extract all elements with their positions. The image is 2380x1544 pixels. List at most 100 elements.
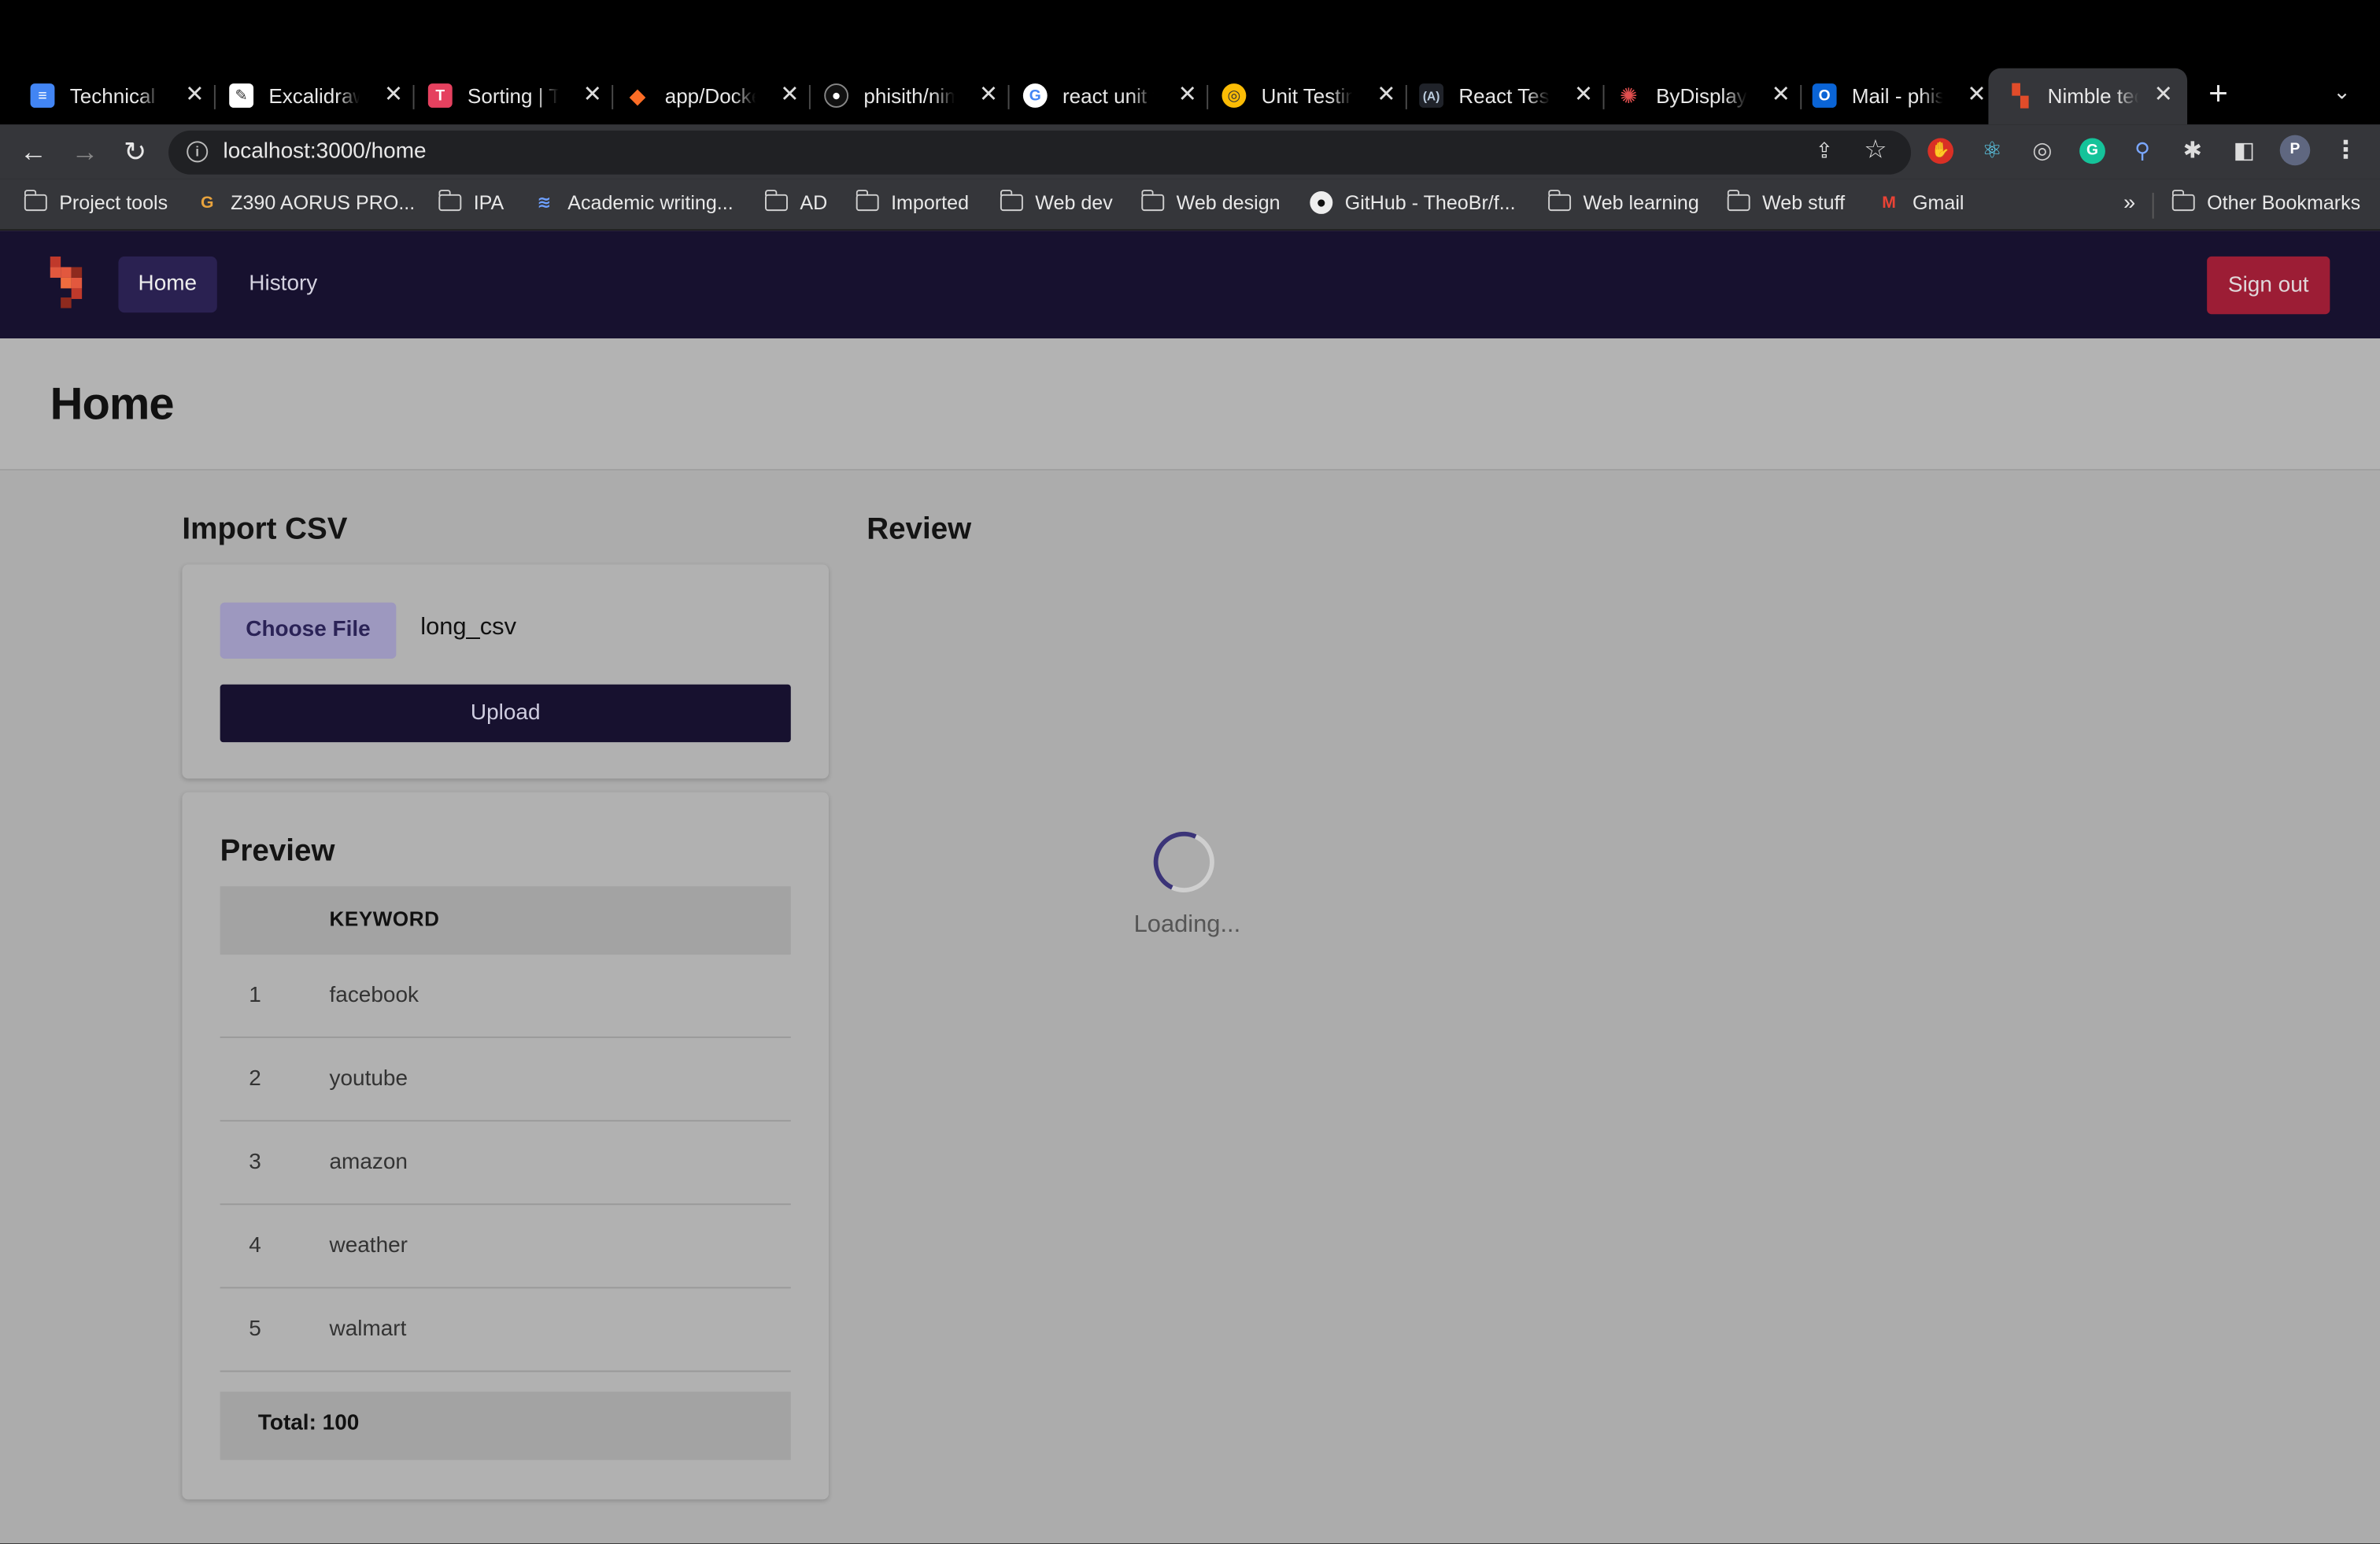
academic-icon: ≋ — [537, 194, 552, 212]
bookmark-item[interactable]: Project tools — [24, 190, 168, 214]
tab-gitlab[interactable]: ◆ app/Docke ✕ — [626, 73, 811, 119]
forward-icon[interactable]: → — [68, 135, 102, 168]
github-icon: ● — [824, 83, 849, 108]
row-index: 2 — [249, 1066, 261, 1092]
bookmark-item[interactable]: Web design — [1140, 190, 1281, 214]
bookmark-label: Gmail — [1912, 190, 1964, 214]
row-keyword: facebook — [329, 983, 419, 1008]
target-icon[interactable]: ◎ — [2029, 138, 2055, 164]
nimble-icon: ▚ — [2012, 83, 2029, 108]
new-tab-icon[interactable]: + — [2208, 76, 2228, 110]
bookmark-label: Web dev — [1035, 190, 1113, 214]
bookmark-label: AD — [800, 190, 828, 214]
bookmark-item[interactable]: Web stuff — [1726, 190, 1845, 214]
bookmark-item[interactable]: ≋ Academic writing... — [533, 191, 734, 214]
tab-nimble-active[interactable]: ▚ Nimble tec ✕ — [1988, 68, 2188, 125]
magnifier-extension-icon[interactable]: ⚲ — [2130, 138, 2156, 164]
bookmark-label: Other Bookmarks — [2207, 190, 2361, 214]
close-icon[interactable]: ✕ — [1377, 82, 1395, 109]
app-viewport: Home History Sign out Home Import CSV Ch… — [0, 231, 2380, 1544]
import-card: Choose File long_csv Upload — [182, 564, 829, 779]
bookmark-item[interactable]: ● GitHub - TheoBr/f... — [1310, 190, 1516, 214]
tab-unit-testing[interactable]: ◎ Unit Testin ✕ — [1221, 73, 1407, 119]
grammarly-icon[interactable]: G — [2079, 138, 2105, 164]
table-row: 3 amazon — [220, 1121, 791, 1206]
table-header: KEYWORD — [220, 886, 791, 955]
row-keyword: amazon — [329, 1150, 408, 1175]
tab-title: Excalidraw — [268, 84, 360, 107]
reload-icon[interactable]: ↻ — [118, 135, 151, 168]
upload-button[interactable]: Upload — [220, 684, 791, 743]
close-icon[interactable]: ✕ — [384, 82, 403, 109]
other-bookmarks[interactable]: Other Bookmarks — [2171, 190, 2361, 214]
folder-icon — [1000, 190, 1023, 212]
close-icon[interactable]: ✕ — [1967, 82, 1986, 109]
outlook-icon: O — [1812, 83, 1837, 108]
gigabyte-icon: G — [200, 193, 214, 212]
row-index: 5 — [249, 1317, 261, 1342]
chevron-down-icon[interactable]: ⌄ — [2333, 79, 2351, 105]
close-icon[interactable]: ✕ — [979, 82, 998, 109]
folder-icon — [1140, 190, 1165, 212]
row-keyword: youtube — [329, 1066, 408, 1092]
address-bar[interactable]: i localhost:3000/home ⇪ ☆ — [168, 130, 1912, 175]
close-icon[interactable]: ✕ — [1772, 82, 1791, 109]
folder-icon — [24, 190, 47, 212]
bookmark-item[interactable]: Web learning — [1547, 190, 1699, 214]
url-text[interactable]: localhost:3000/home — [223, 139, 426, 164]
share-icon[interactable]: ⇪ — [1816, 138, 1834, 164]
gitlab-icon: ◆ — [629, 83, 646, 107]
tab-excalidraw[interactable]: ✎ Excalidraw ✕ — [229, 73, 415, 119]
choose-file-button[interactable]: Choose File — [220, 602, 397, 659]
back-icon[interactable]: ← — [17, 135, 50, 168]
folder-icon — [855, 190, 879, 212]
tab-github[interactable]: ● phisith/nim ✕ — [824, 73, 1010, 119]
bookmark-label: Project tools — [59, 190, 168, 214]
app-navbar: Home History Sign out — [0, 231, 2380, 339]
preview-title: Preview — [220, 834, 335, 869]
extensions-icon[interactable]: ✱ — [2179, 138, 2205, 164]
menu-kebab-icon[interactable]: ⋮ — [2333, 138, 2359, 164]
tab-technical[interactable]: ≡ Technical T ✕ — [30, 73, 216, 119]
close-icon[interactable]: ✕ — [1574, 82, 1593, 109]
tab-mail[interactable]: O Mail - phis ✕ — [1812, 73, 1986, 119]
row-keyword: weather — [329, 1233, 408, 1258]
nimble-logo-icon[interactable] — [50, 256, 83, 308]
adblock-icon[interactable]: ✋ — [1927, 138, 1954, 164]
bookmark-item[interactable]: Web dev — [1000, 190, 1113, 214]
tab-sorting[interactable]: T Sorting | Ta ✕ — [427, 73, 614, 119]
bookmark-label: Web design — [1176, 190, 1281, 214]
google-docs-icon: ≡ — [30, 83, 55, 108]
tab-bydisplay[interactable]: ✺ ByDisplayV ✕ — [1617, 73, 1802, 119]
close-icon[interactable]: ✕ — [2154, 82, 2173, 109]
bookmark-label: Imported — [891, 190, 970, 214]
tab-google-search[interactable]: G react unit t ✕ — [1022, 73, 1209, 119]
bookmark-item[interactable]: G Z390 AORUS PRO... — [196, 191, 415, 214]
tab-react-testing[interactable]: (A) React Test ✕ — [1419, 73, 1605, 119]
profile-avatar[interactable]: P — [2279, 135, 2311, 166]
bookmark-star-icon[interactable]: ☆ — [1864, 135, 1887, 166]
side-panel-icon[interactable]: ◧ — [2231, 138, 2257, 164]
more-bookmarks-icon[interactable]: » — [2123, 190, 2135, 214]
info-icon[interactable]: i — [187, 141, 209, 163]
bookmarks-bar: Project tools G Z390 AORUS PRO... IPA ≋ Ac… — [0, 179, 2380, 231]
tab-title: app/Docke — [664, 84, 756, 107]
close-icon[interactable]: ✕ — [780, 82, 799, 109]
chrome-icon: ◎ — [1221, 83, 1247, 108]
bookmark-item[interactable]: IPA — [438, 190, 504, 214]
table-row: 2 youtube — [220, 1038, 791, 1122]
bookmark-item[interactable]: AD — [764, 190, 828, 214]
bookmark-label: Academic writing... — [567, 190, 734, 214]
page-title: Home — [50, 379, 175, 430]
nav-home[interactable]: Home — [118, 256, 217, 313]
row-index: 3 — [249, 1150, 261, 1175]
sign-out-button[interactable]: Sign out — [2207, 256, 2330, 315]
nav-history[interactable]: History — [229, 257, 337, 312]
bookmark-item[interactable]: M Gmail — [1878, 191, 1964, 214]
close-icon[interactable]: ✕ — [583, 82, 602, 109]
close-icon[interactable]: ✕ — [1178, 82, 1197, 109]
bookmark-label: Web learning — [1583, 190, 1699, 214]
bookmark-item[interactable]: Imported — [855, 190, 970, 214]
react-devtools-icon[interactable]: ⚛ — [1979, 138, 2005, 164]
close-icon[interactable]: ✕ — [185, 82, 204, 109]
